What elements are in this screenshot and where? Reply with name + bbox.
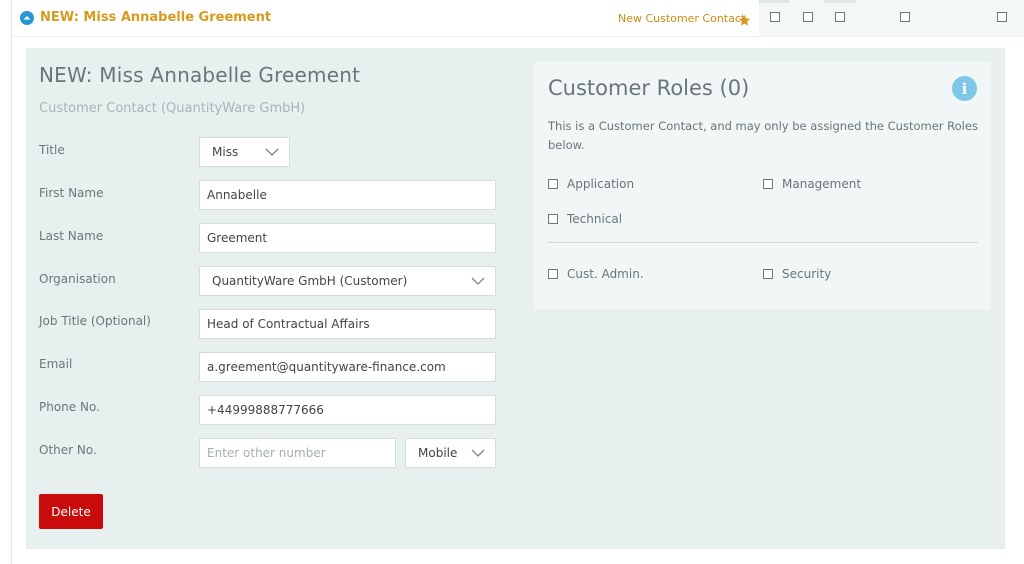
role-label: Security [782, 267, 832, 281]
first-name-value: Annabelle [207, 188, 267, 202]
customer-roles-title: Customer Roles (0) [548, 76, 750, 100]
delete-button[interactable]: Delete [39, 494, 103, 529]
toolbar-area [759, 0, 1024, 36]
other-number-type-select[interactable]: Mobile [405, 438, 496, 468]
toolbar-checkbox[interactable] [803, 12, 813, 22]
email-value: a.greement@quantityware-finance.com [207, 360, 446, 374]
title-value: Miss [212, 145, 239, 159]
phone-value: +44999888777666 [207, 403, 324, 417]
other-number-placeholder: Enter other number [207, 446, 326, 460]
job-title-value: Head of Contractual Affairs [207, 317, 370, 331]
form-subtitle: Customer Contact (QuantityWare GmbH) [39, 101, 306, 116]
new-customer-contact-link[interactable]: New Customer Contact [618, 12, 745, 25]
role-checkbox[interactable] [763, 269, 773, 279]
toolbar-checkbox[interactable] [835, 12, 845, 22]
role-checkbox[interactable] [548, 214, 558, 224]
role-application[interactable]: Application [548, 177, 634, 191]
role-label: Technical [567, 212, 623, 226]
star-icon[interactable] [738, 12, 751, 26]
role-security[interactable]: Security [763, 267, 831, 281]
role-management[interactable]: Management [763, 177, 861, 191]
title-select[interactable]: Miss [199, 137, 290, 167]
last-name-value: Greement [207, 231, 268, 245]
role-checkbox[interactable] [763, 179, 773, 189]
role-label: Application [567, 177, 635, 191]
toolbar-checkbox[interactable] [900, 12, 910, 22]
role-label: Management [782, 177, 862, 191]
other-number-label: Other No. [39, 443, 97, 457]
job-title-label: Job Title (Optional) [39, 314, 151, 328]
toolbar-tab-marker [759, 0, 789, 3]
toolbar-checkbox[interactable] [770, 12, 780, 22]
toolbar-checkbox[interactable] [997, 12, 1007, 22]
role-technical[interactable]: Technical [548, 212, 622, 226]
other-number-type-value: Mobile [418, 446, 458, 460]
role-checkbox[interactable] [548, 269, 558, 279]
title-label: Title [39, 143, 65, 157]
roles-divider [547, 242, 978, 243]
info-icon[interactable]: i [952, 76, 977, 101]
form-title: NEW: Miss Annabelle Greement [39, 63, 361, 87]
last-name-label: Last Name [39, 229, 104, 243]
email-field[interactable]: a.greement@quantityware-finance.com [199, 352, 496, 382]
role-cust-admin[interactable]: Cust. Admin. [548, 267, 644, 281]
organisation-value: QuantityWare GmbH (Customer) [212, 274, 408, 288]
phone-field[interactable]: +44999888777666 [199, 395, 496, 425]
chevron-down-icon [265, 148, 279, 156]
phone-label: Phone No. [39, 400, 100, 414]
job-title-field[interactable]: Head of Contractual Affairs [199, 309, 496, 339]
last-name-field[interactable]: Greement [199, 223, 496, 253]
first-name-label: First Name [39, 186, 104, 200]
email-label: Email [39, 357, 73, 371]
role-checkbox[interactable] [548, 179, 558, 189]
customer-roles-description: This is a Customer Contact, and may only… [548, 119, 978, 152]
role-label: Cust. Admin. [567, 267, 644, 281]
toolbar-tab-marker [824, 0, 856, 3]
organisation-label: Organisation [39, 272, 116, 286]
organisation-select[interactable]: QuantityWare GmbH (Customer) [199, 266, 496, 296]
other-number-field[interactable]: Enter other number [199, 438, 396, 468]
chevron-down-icon [471, 449, 485, 457]
first-name-field[interactable]: Annabelle [199, 180, 496, 210]
record-header-title[interactable]: NEW: Miss Annabelle Greement [40, 10, 271, 25]
chevron-down-icon [471, 277, 485, 285]
collapse-up-icon[interactable] [20, 11, 34, 25]
